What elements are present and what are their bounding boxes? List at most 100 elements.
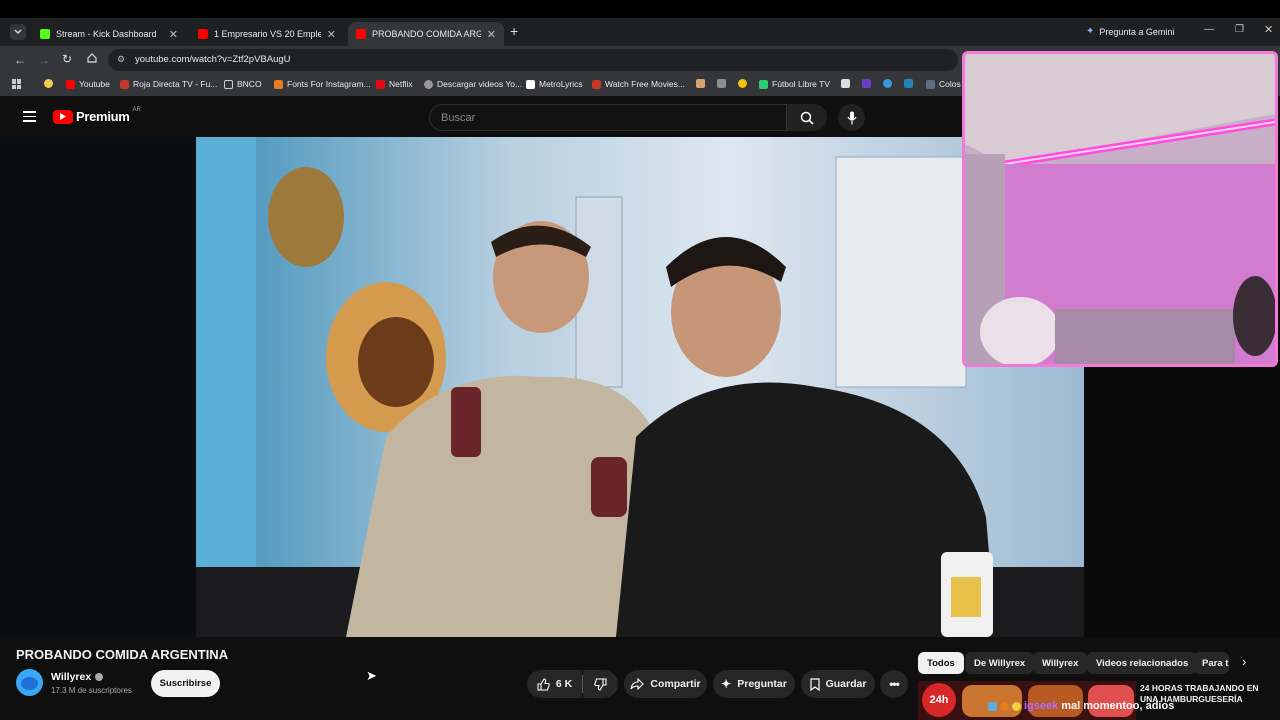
- bookmark-misc-7[interactable]: [904, 79, 913, 88]
- bookmark-metrolyrics[interactable]: MetroLyrics: [526, 79, 583, 89]
- bookmark-label: BNCO: [237, 79, 262, 89]
- bookmark-misc-4[interactable]: [841, 79, 850, 88]
- bookmark-misc-3[interactable]: [738, 79, 747, 88]
- bookmark-roja-directa[interactable]: Roja Directa TV - Fu...: [120, 79, 217, 89]
- bookmark-label: Fútbol Libre TV: [772, 79, 830, 89]
- bookmark-label: Fonts For Instagram...: [287, 79, 371, 89]
- tab-search-button[interactable]: [10, 24, 26, 40]
- bookmark-label: Watch Free Movies...: [605, 79, 685, 89]
- ask-button[interactable]: ✦ Preguntar: [713, 670, 795, 698]
- minimize-button[interactable]: —: [1204, 24, 1214, 35]
- close-icon[interactable]: ✕: [169, 28, 178, 41]
- bookmark-futbol-libre[interactable]: Fútbol Libre TV: [759, 79, 830, 89]
- bookmark-emoji[interactable]: [44, 79, 53, 88]
- address-bar[interactable]: ⚙ youtube.com/watch?v=Ztf2pVBAugU: [108, 49, 958, 71]
- youtube-logo[interactable]: Premium AR: [53, 106, 141, 124]
- mouse-cursor: ➤: [366, 668, 377, 683]
- url-text: youtube.com/watch?v=Ztf2pVBAugU: [135, 54, 291, 65]
- fonts-icon: [274, 79, 283, 89]
- bookmark-misc-2[interactable]: [717, 79, 726, 88]
- logo-text: Premium: [76, 109, 130, 124]
- bookmark-descargar[interactable]: Descargar videos Yo...: [424, 79, 522, 89]
- close-icon[interactable]: ✕: [327, 28, 336, 41]
- reload-icon[interactable]: ↻: [62, 52, 72, 66]
- emoji-icon: [44, 79, 53, 88]
- bookmark-icon: [883, 79, 892, 88]
- save-button[interactable]: Guardar: [801, 670, 875, 698]
- channel-name-row[interactable]: Willyrex: [51, 671, 104, 683]
- chevron-right-icon[interactable]: ›: [1242, 654, 1246, 669]
- search-placeholder: Buscar: [441, 112, 476, 124]
- back-icon[interactable]: ←: [14, 53, 26, 67]
- share-button[interactable]: Compartir: [624, 670, 707, 698]
- chip-para-ti[interactable]: Para ti: [1193, 652, 1229, 674]
- chip-todos[interactable]: Todos: [918, 652, 964, 674]
- top-strip: [0, 0, 1280, 18]
- dislike-button[interactable]: [583, 670, 618, 698]
- channel-name: Willyrex: [51, 671, 92, 683]
- chips-fade: [1230, 652, 1280, 674]
- subscribe-button[interactable]: Suscribirse: [151, 670, 220, 697]
- bookmark-icon: [904, 79, 913, 88]
- apps-grid-icon[interactable]: [12, 79, 22, 89]
- bookmark-icon: [841, 79, 850, 88]
- chip-de-willyrex[interactable]: De Willyrex: [965, 652, 1035, 674]
- mate-illustration: [268, 167, 344, 267]
- home-icon[interactable]: [86, 51, 98, 69]
- bookmark-label: Youtube: [79, 79, 110, 89]
- bookmark-netflix[interactable]: Netflix: [376, 79, 413, 89]
- restore-button[interactable]: ❐: [1235, 24, 1244, 35]
- chip-willyrex[interactable]: Willyrex: [1033, 652, 1088, 674]
- bookmark-fonts[interactable]: Fonts For Instagram...: [274, 79, 371, 89]
- close-window-button[interactable]: ✕: [1264, 23, 1273, 36]
- forward-icon[interactable]: →: [38, 53, 50, 67]
- bookmark-icon: [696, 79, 705, 88]
- menu-icon[interactable]: [23, 111, 36, 122]
- save-label: Guardar: [825, 678, 867, 690]
- gemini-button[interactable]: ✦ Pregunta a Gemini: [1086, 26, 1174, 37]
- site-info-icon[interactable]: ⚙: [117, 54, 125, 65]
- search-button[interactable]: [787, 104, 827, 131]
- flag-stripe: [196, 137, 256, 637]
- netflix-icon: [376, 79, 385, 89]
- bookmark-label: Roja Directa TV - Fu...: [133, 79, 218, 89]
- folder-icon: [224, 79, 233, 89]
- like-button[interactable]: 6 K: [527, 670, 582, 698]
- channel-avatar[interactable]: [16, 669, 43, 696]
- bookmark-label: MetroLyrics: [539, 79, 583, 89]
- like-count: 6 K: [555, 678, 573, 690]
- tab-title: Stream - Kick Dashboard: [56, 29, 157, 39]
- close-icon[interactable]: ✕: [487, 28, 496, 41]
- more-actions-button[interactable]: •••: [880, 670, 908, 698]
- share-label: Compartir: [650, 678, 701, 690]
- bookmark-icon: [738, 79, 747, 88]
- bookmark-misc-1[interactable]: [696, 79, 705, 88]
- video-title: PROBANDO COMIDA ARGENTINA: [16, 647, 229, 662]
- chip-videos-relacionados[interactable]: Videos relacionados: [1087, 652, 1198, 674]
- new-tab-button[interactable]: +: [510, 24, 518, 38]
- youtube-icon: [198, 29, 208, 39]
- region-code: AR: [132, 106, 141, 113]
- search-input[interactable]: Buscar: [429, 104, 787, 131]
- voice-search-button[interactable]: [838, 104, 865, 131]
- tab-probando-comida[interactable]: PROBANDO COMIDA ARGENTINA ✕: [348, 22, 504, 46]
- download-icon: [424, 79, 433, 89]
- bookmark-youtube[interactable]: Youtube: [66, 79, 110, 89]
- bookmark-icon: [717, 79, 726, 88]
- movies-icon: [592, 79, 601, 89]
- bookmark-watch-free[interactable]: Watch Free Movies...: [592, 79, 685, 89]
- video-frame: [196, 137, 1084, 637]
- tab-kick-dashboard[interactable]: Stream - Kick Dashboard ✕: [32, 22, 186, 46]
- bookmark-bnco[interactable]: BNCO: [224, 79, 262, 89]
- chat-username: igseek: [1024, 700, 1059, 712]
- bookmark-colos[interactable]: Colos: [926, 79, 961, 89]
- plush-toy: [980, 297, 1060, 364]
- thumbs-down-icon: [594, 677, 607, 691]
- tab-empresario[interactable]: 1 Empresario VS 20 Empleados ✕: [190, 22, 344, 46]
- bookmark-misc-6[interactable]: [883, 79, 892, 88]
- player-letterbox-left: [0, 137, 196, 637]
- chevron-down-icon: [14, 29, 22, 34]
- verified-icon: [95, 673, 104, 681]
- video-player[interactable]: [196, 137, 1084, 637]
- bookmark-misc-5[interactable]: [862, 79, 871, 88]
